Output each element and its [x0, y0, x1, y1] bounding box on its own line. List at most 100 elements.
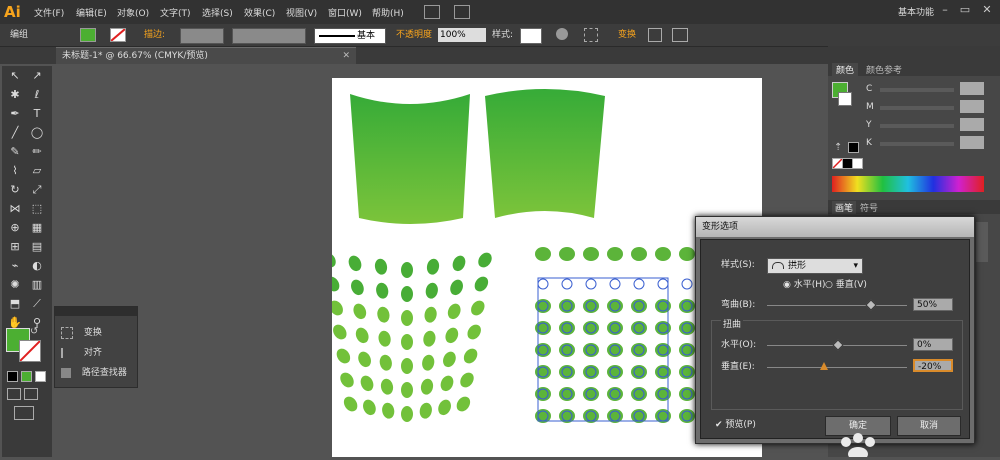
screen-mode-icon[interactable] — [14, 406, 34, 420]
tab-color[interactable]: 颜色 — [832, 63, 859, 76]
maximize-icon[interactable]: ▭ — [956, 2, 974, 18]
graphic-style-picker[interactable] — [520, 28, 542, 44]
channel-m-field[interactable] — [960, 100, 984, 113]
align-panel-item[interactable]: 对齐 — [61, 345, 102, 361]
recolor-icon[interactable] — [556, 28, 568, 40]
selection-tool-icon[interactable]: ↖ — [5, 68, 25, 84]
menu-help[interactable]: 帮助(H) — [372, 6, 404, 19]
width-tool-icon[interactable]: ⋈ — [5, 201, 25, 217]
isolate-group-icon[interactable] — [648, 28, 662, 42]
menu-view[interactable]: 视图(V) — [286, 6, 317, 19]
mini-panel-header[interactable] — [55, 307, 137, 316]
channel-m-slider[interactable] — [880, 106, 954, 110]
panel-collapse-bar[interactable] — [828, 46, 1000, 62]
symbol-sprayer-icon[interactable]: ✺ — [5, 277, 25, 293]
panel-menu-icon[interactable] — [672, 28, 688, 42]
tab-brushes[interactable]: 画笔 — [832, 201, 857, 214]
none-mode-icon[interactable] — [35, 371, 46, 382]
transform-link[interactable]: 变换 — [618, 28, 636, 42]
bend-field[interactable]: 50% — [913, 298, 953, 311]
ellipse-tool-icon[interactable]: ◯ — [27, 125, 47, 141]
magic-wand-icon[interactable]: ✱ — [5, 87, 25, 103]
vertical-distortion-field[interactable]: -20% — [913, 359, 953, 372]
color-spectrum[interactable] — [832, 176, 984, 192]
draw-normal-icon[interactable] — [7, 388, 21, 400]
eraser-icon[interactable]: ▱ — [27, 163, 47, 179]
black-swatch[interactable] — [848, 142, 859, 153]
out-of-gamut-icon[interactable]: ⇡ — [834, 142, 842, 153]
vertical-distortion-track[interactable] — [767, 367, 907, 368]
fill-swatch[interactable] — [80, 28, 96, 42]
slice-tool-icon[interactable]: ⟋ — [27, 296, 47, 312]
stroke-color-box[interactable] — [19, 340, 41, 362]
horizontal-radio[interactable]: ◉ 水平(H) — [783, 278, 826, 292]
stroke-label[interactable]: 描边: — [144, 28, 165, 42]
bend-slider-thumb[interactable] — [865, 299, 877, 311]
menu-file[interactable]: 文件(F) — [34, 6, 64, 19]
panel-scrollbar[interactable] — [976, 222, 988, 262]
menu-select[interactable]: 选择(S) — [202, 6, 233, 19]
menu-edit[interactable]: 编辑(E) — [76, 6, 107, 19]
channel-k-slider[interactable] — [880, 142, 954, 146]
bridge-icon[interactable] — [424, 5, 440, 19]
cancel-button[interactable]: 取消 — [897, 416, 961, 436]
bend-slider-track[interactable] — [767, 305, 907, 306]
preview-checkbox[interactable]: ✔ 预览(P) — [715, 418, 756, 432]
menu-object[interactable]: 对象(O) — [117, 6, 149, 19]
blob-brush-icon[interactable]: ⌇ — [5, 163, 25, 179]
swap-colors-icon[interactable]: ↺ — [30, 326, 38, 337]
perspective-grid-icon[interactable]: ▦ — [27, 220, 47, 236]
menu-type[interactable]: 文字(T) — [160, 6, 191, 19]
scale-tool-icon[interactable]: ⤢ — [27, 182, 47, 198]
white-quick-swatch[interactable] — [852, 158, 863, 169]
minimize-icon[interactable]: – — [936, 2, 954, 18]
gradient-mode-icon[interactable] — [21, 371, 32, 382]
pencil-icon[interactable]: ✏ — [27, 144, 47, 160]
tab-color-guide[interactable]: 颜色参考 — [866, 63, 902, 76]
lasso-icon[interactable]: ℓ — [27, 87, 47, 103]
paintbrush-icon[interactable]: ✎ — [5, 144, 25, 160]
tab-symbols[interactable]: 符号 — [860, 201, 878, 214]
close-tab-icon[interactable]: ✕ — [342, 48, 350, 65]
dialog-title[interactable]: 变形选项 — [696, 217, 974, 237]
panel-stroke-swatch[interactable] — [838, 92, 852, 106]
menu-effect[interactable]: 效果(C) — [244, 6, 275, 19]
transform-panel-item[interactable]: 变换 — [61, 325, 102, 341]
opacity-label[interactable]: 不透明度 — [396, 28, 432, 42]
channel-y-field[interactable] — [960, 118, 984, 131]
variable-width-field[interactable] — [232, 28, 306, 44]
pathfinder-panel-item[interactable]: 路径查找器 — [61, 365, 127, 381]
channel-c-field[interactable] — [960, 82, 984, 95]
line-tool-icon[interactable]: ╱ — [5, 125, 25, 141]
rotate-tool-icon[interactable]: ↻ — [5, 182, 25, 198]
type-tool-icon[interactable]: T — [27, 106, 47, 122]
stroke-weight-field[interactable] — [180, 28, 224, 44]
color-mode-icon[interactable] — [7, 371, 18, 382]
free-transform-icon[interactable]: ⬚ — [27, 201, 47, 217]
channel-k-field[interactable] — [960, 136, 984, 149]
workspace-switcher[interactable]: 基本功能 — [898, 5, 934, 18]
pen-tool-icon[interactable]: ✒ — [5, 106, 25, 122]
document-tab[interactable]: 未标题-1* @ 66.67% (CMYK/预览) ✕ — [56, 47, 356, 64]
channel-c-slider[interactable] — [880, 88, 954, 92]
brush-definition-field[interactable]: 基本 — [314, 28, 386, 44]
opacity-field[interactable]: 100% — [438, 28, 486, 42]
arrange-documents-icon[interactable] — [454, 5, 470, 19]
direct-selection-tool-icon[interactable]: ↗ — [27, 68, 47, 84]
vertical-distortion-thumb[interactable] — [820, 362, 828, 370]
shape-builder-icon[interactable]: ⊕ — [5, 220, 25, 236]
stroke-swatch[interactable] — [110, 28, 126, 42]
vertical-radio[interactable]: ○ 垂直(V) — [825, 278, 867, 292]
blend-tool-icon[interactable]: ◐ — [27, 258, 47, 274]
close-icon[interactable]: ✕ — [978, 2, 996, 18]
draw-behind-icon[interactable] — [24, 388, 38, 400]
align-icon[interactable] — [584, 28, 598, 42]
channel-y-slider[interactable] — [880, 124, 954, 128]
eyedropper-icon[interactable]: ⌁ — [5, 258, 25, 274]
artboard-tool-icon[interactable]: ⬒ — [5, 296, 25, 312]
warp-style-select[interactable]: 拱形 ▾ — [767, 258, 863, 274]
mesh-tool-icon[interactable]: ⊞ — [5, 239, 25, 255]
column-graph-icon[interactable]: ▥ — [27, 277, 47, 293]
menu-window[interactable]: 窗口(W) — [328, 6, 362, 19]
horizontal-distortion-field[interactable]: 0% — [913, 338, 953, 351]
